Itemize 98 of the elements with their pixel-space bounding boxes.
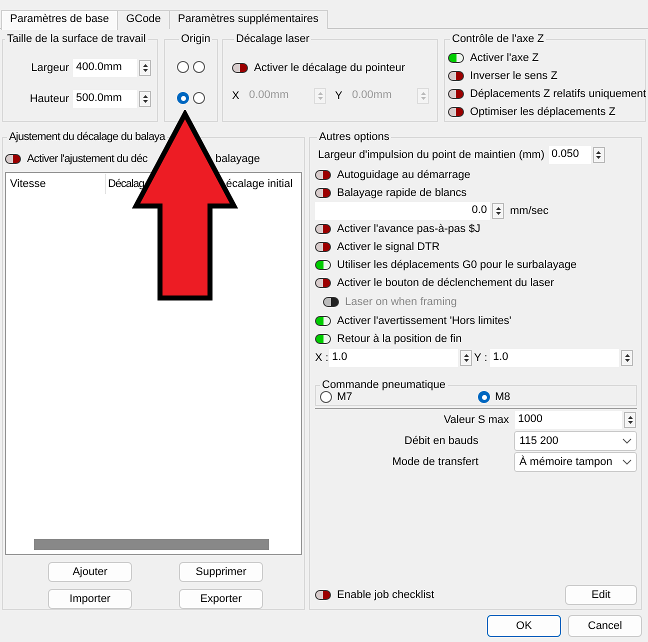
- up-down-arrows-icon: [420, 91, 426, 101]
- toggle-switch[interactable]: [448, 107, 464, 117]
- group-title: Contrôle de l'axe Z: [451, 32, 545, 46]
- spin-button[interactable]: [624, 412, 636, 428]
- up-down-arrows-icon: [494, 206, 502, 216]
- toggle-switch[interactable]: [315, 260, 331, 270]
- option-label[interactable]: Enable job checklist: [337, 589, 434, 601]
- up-down-arrows-icon: [142, 63, 148, 73]
- dropdown[interactable]: À mémoire tampon: [514, 452, 637, 472]
- spin-button[interactable]: [621, 350, 633, 366]
- option-label[interactable]: Balayage rapide de blancs: [337, 187, 467, 199]
- field-label: X: [232, 90, 240, 102]
- button[interactable]: Supprimer: [179, 562, 263, 582]
- option-label[interactable]: Activer le signal DTR: [337, 241, 440, 253]
- toggle-switch[interactable]: [232, 63, 248, 73]
- column-header[interactable]: Décalag: [108, 178, 144, 190]
- radio-button[interactable]: [478, 391, 490, 403]
- group-title: Ajustement du décalage du balaya: [8, 130, 166, 144]
- radio-button[interactable]: [177, 61, 189, 73]
- tab[interactable]: Paramètres supplémentaires: [168, 10, 328, 29]
- input-field[interactable]: 0.0: [315, 202, 490, 220]
- spin-button[interactable]: [139, 91, 151, 107]
- option-label[interactable]: Autoguidage au démarrage: [337, 169, 470, 181]
- toggle-switch[interactable]: [315, 590, 331, 600]
- toggle-switch[interactable]: [315, 242, 331, 252]
- field-label: X :: [315, 352, 329, 364]
- group-title: Commande pneumatique: [321, 378, 447, 392]
- radio-button[interactable]: [320, 391, 332, 403]
- spin-button[interactable]: [592, 147, 604, 163]
- radio-button[interactable]: [193, 61, 205, 73]
- field-label: Largeur d'impulsion du point de maintien (mm): [318, 149, 544, 161]
- field-label: Y: [335, 90, 344, 102]
- column-header[interactable]: écalage initial: [226, 178, 293, 190]
- option-label[interactable]: Activer le bouton de déclenchement du laser: [337, 277, 554, 289]
- button[interactable]: Exporter: [179, 589, 263, 609]
- toggle-switch[interactable]: [315, 316, 331, 326]
- scrollbar-thumb[interactable]: [34, 539, 269, 550]
- input-field[interactable]: 0.050: [548, 146, 590, 164]
- group-title: Décalage laser: [235, 32, 310, 46]
- option-label[interactable]: Activer l'avance pas-à-pas $J: [337, 223, 480, 235]
- group-title: Autres options: [318, 130, 390, 144]
- option-label[interactable]: Inverser le sens Z: [470, 70, 558, 82]
- option-label[interactable]: Déplacements Z relatifs uniquement: [470, 88, 646, 100]
- option-label[interactable]: Activer l'axe Z: [470, 52, 539, 64]
- option-label[interactable]: Retour à la position de fin: [337, 333, 462, 345]
- up-down-arrows-icon: [626, 414, 634, 424]
- unit-label: mm/sec: [510, 205, 548, 217]
- up-down-arrows-icon: [595, 150, 602, 160]
- option-label[interactable]: M8: [495, 391, 510, 403]
- toggle-switch[interactable]: [448, 71, 464, 81]
- up-down-arrows-icon: [624, 353, 630, 363]
- spin-button[interactable]: [139, 60, 151, 76]
- input-field[interactable]: 400.0mm: [73, 59, 137, 77]
- group-title: Taille de la surface de travail: [6, 32, 147, 46]
- input-field[interactable]: 1.0: [329, 349, 458, 367]
- spin-button[interactable]: [460, 350, 472, 366]
- input-field[interactable]: 1000: [515, 410, 622, 428]
- button[interactable]: Cancel: [568, 615, 642, 637]
- toggle-switch[interactable]: [315, 170, 331, 180]
- toggle-switch[interactable]: [315, 224, 331, 234]
- up-down-arrows-icon: [142, 94, 148, 104]
- field-label: Mode de transfert: [391, 456, 480, 468]
- radio-button[interactable]: [193, 92, 205, 104]
- button[interactable]: OK: [487, 615, 561, 637]
- input-field[interactable]: 500.0mm: [73, 90, 137, 108]
- up-down-arrows-icon: [462, 353, 470, 363]
- button[interactable]: Importer: [48, 589, 132, 609]
- button[interactable]: Ajouter: [48, 562, 132, 582]
- option-label[interactable]: M7: [337, 391, 352, 403]
- field-label: Hauteur: [28, 93, 70, 105]
- option-label[interactable]: Optimiser les déplacements Z: [470, 106, 616, 118]
- column-header[interactable]: Vitesse: [10, 178, 46, 190]
- radio-button[interactable]: [177, 92, 189, 104]
- chevron-down-icon: [622, 438, 632, 444]
- field-label: Y :: [474, 352, 488, 364]
- option-label[interactable]: Utiliser les déplacements G0 pour le surbalayage: [337, 259, 577, 271]
- toggle-switch[interactable]: [315, 278, 331, 288]
- dropdown[interactable]: 115 200: [514, 430, 637, 450]
- toggle-switch[interactable]: [5, 154, 21, 164]
- option-label[interactable]: Activer le décalage du pointeur: [254, 62, 406, 74]
- chevron-down-icon: [622, 458, 632, 464]
- spin-button[interactable]: [492, 203, 504, 219]
- field-label: Valeur S max: [442, 414, 510, 426]
- toggle-switch[interactable]: [448, 53, 464, 63]
- field-label: Débit en bauds: [403, 434, 480, 446]
- input-field[interactable]: 1.0: [490, 349, 619, 367]
- toggle-switch[interactable]: [448, 89, 464, 99]
- option-label[interactable]: Activer l'ajustement du déc: [27, 152, 148, 165]
- option-label[interactable]: balayage: [215, 152, 260, 165]
- tab[interactable]: GCode: [117, 10, 170, 29]
- toggle-switch[interactable]: [315, 334, 331, 344]
- option-label[interactable]: Activer l'avertissement 'Hors limites': [337, 315, 512, 327]
- field-label: Largeur: [30, 62, 70, 74]
- edit-button[interactable]: Edit: [565, 585, 637, 605]
- group-title: Origin: [180, 32, 212, 46]
- toggle-switch[interactable]: [315, 188, 331, 198]
- tab[interactable]: Paramètres de base: [1, 10, 118, 30]
- up-down-arrows-icon: [316, 91, 324, 101]
